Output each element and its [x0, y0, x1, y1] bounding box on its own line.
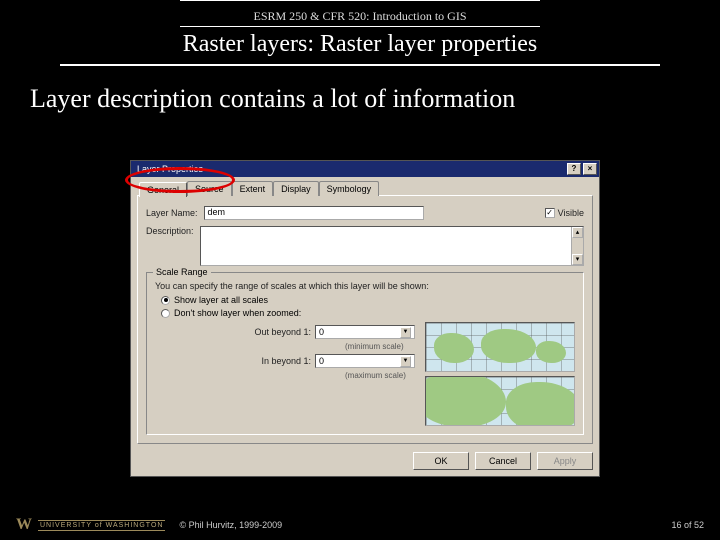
copyright-text: © Phil Hurvitz, 1999-2009	[179, 520, 282, 530]
dropdown-icon[interactable]: ▼	[400, 327, 411, 338]
scale-range-group: Scale Range You can specify the range of…	[146, 272, 584, 435]
minimum-scale-label: (minimum scale)	[345, 342, 415, 351]
in-beyond-input[interactable]: 0 ▼	[315, 354, 415, 368]
uw-text: UNIVERSITY of WASHINGTON	[38, 520, 165, 531]
layer-properties-dialog: Layer Properties ? × General Source Exte…	[130, 160, 600, 477]
uw-logo: W UNIVERSITY of WASHINGTON	[16, 516, 165, 534]
tab-source[interactable]: Source	[187, 181, 232, 196]
slide-footer: W UNIVERSITY of WASHINGTON © Phil Hurvit…	[0, 516, 720, 534]
out-beyond-label: Out beyond 1:	[254, 327, 311, 337]
in-beyond-label: In beyond 1:	[261, 356, 311, 366]
ok-button[interactable]: OK	[413, 452, 469, 470]
layer-name-label: Layer Name:	[146, 208, 198, 218]
maximum-scale-label: (maximum scale)	[345, 371, 415, 380]
page-number: 16 of 52	[671, 520, 704, 530]
cancel-button[interactable]: Cancel	[475, 452, 531, 470]
uw-w-icon: W	[16, 516, 32, 534]
visible-label: Visible	[558, 208, 584, 218]
tab-panel-general: Layer Name: dem ✓ Visible Description: ▴…	[137, 195, 593, 444]
in-beyond-value: 0	[319, 356, 324, 366]
layer-name-input[interactable]: dem	[204, 206, 424, 220]
apply-button[interactable]: Apply	[537, 452, 593, 470]
slide-subtitle: Layer description contains a lot of info…	[0, 76, 720, 124]
description-textarea[interactable]: ▴ ▾	[200, 226, 584, 266]
scroll-down-icon[interactable]: ▾	[572, 254, 583, 265]
scale-range-hint: You can specify the range of scales at w…	[155, 281, 575, 291]
world-map-preview-large	[425, 322, 575, 372]
radio-show-all-scales[interactable]	[161, 296, 170, 305]
world-map-preview-small	[425, 376, 575, 426]
tab-extent[interactable]: Extent	[232, 181, 274, 196]
radio-dont-show-label: Don't show layer when zoomed:	[174, 308, 301, 318]
close-button[interactable]: ×	[583, 163, 597, 175]
tab-display[interactable]: Display	[273, 181, 319, 196]
dropdown-icon[interactable]: ▼	[400, 356, 411, 367]
help-button[interactable]: ?	[567, 163, 581, 175]
dialog-title: Layer Properties	[137, 164, 203, 174]
description-label: Description:	[146, 226, 194, 236]
radio-show-all-label: Show layer at all scales	[174, 295, 268, 305]
tab-general[interactable]: General	[139, 182, 187, 197]
tab-strip: General Source Extent Display Symbology	[139, 181, 593, 196]
visible-checkbox[interactable]: ✓	[545, 208, 555, 218]
dialog-titlebar[interactable]: Layer Properties ? ×	[131, 161, 599, 177]
out-beyond-input[interactable]: 0 ▼	[315, 325, 415, 339]
course-header: ESRM 250 & CFR 520: Introduction to GIS	[0, 3, 720, 26]
out-beyond-value: 0	[319, 327, 324, 337]
tab-symbology[interactable]: Symbology	[319, 181, 380, 196]
scroll-up-icon[interactable]: ▴	[572, 227, 583, 238]
radio-dont-show-zoomed[interactable]	[161, 309, 170, 318]
description-scrollbar[interactable]: ▴ ▾	[571, 227, 583, 265]
slide-title: Raster layers: Raster layer properties	[0, 29, 720, 64]
scale-range-legend: Scale Range	[153, 267, 211, 277]
